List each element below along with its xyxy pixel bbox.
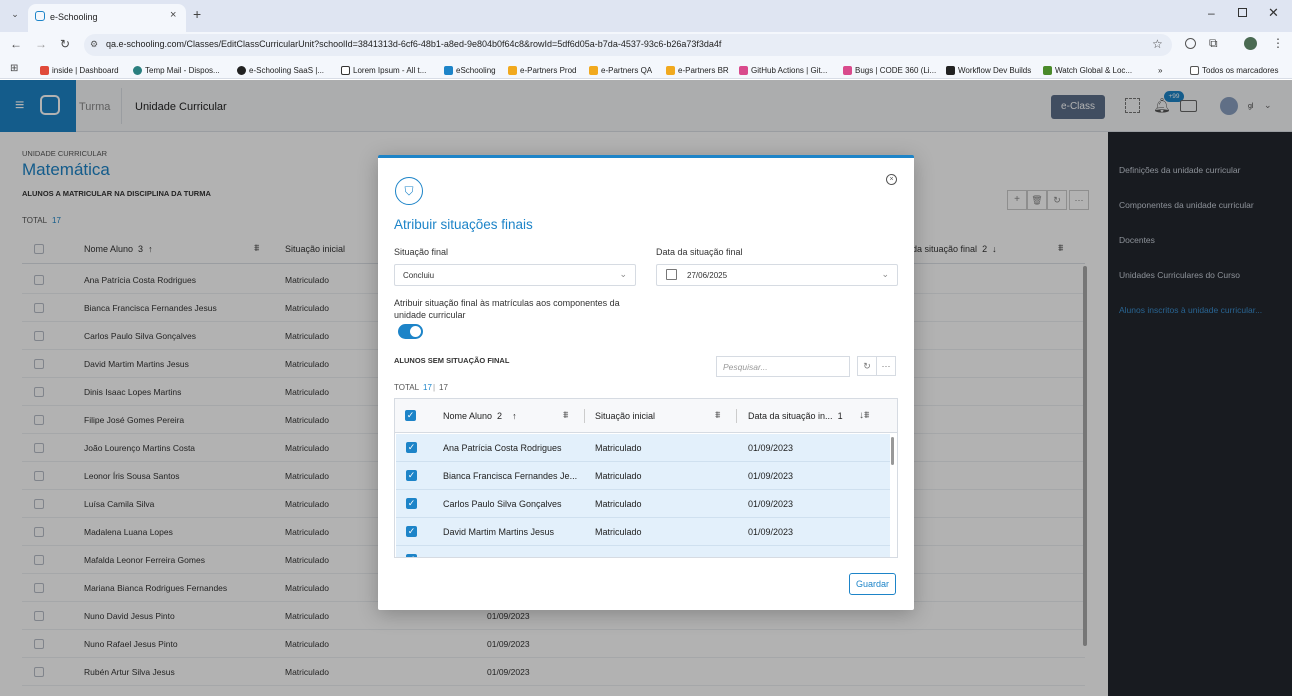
modal-title: Atribuir situações finais [394, 217, 533, 232]
tab-list-icon[interactable]: ⌄ [8, 9, 22, 23]
browser-menu-icon[interactable]: ⋮ [1272, 36, 1284, 50]
bookmark-item[interactable]: Temp Mail - Dispos... [133, 63, 220, 77]
initial-situation: Matriculado [595, 471, 642, 481]
modal-table-row-partial[interactable]: ✓ [396, 546, 890, 557]
url-field[interactable]: ⚙ qa.e-schooling.com/Classes/EditClassCu… [84, 34, 1172, 56]
situation-date: 01/09/2023 [748, 443, 794, 453]
modal-table-row[interactable]: ✓ David Martim Martins Jesus Matriculado 01… [396, 518, 890, 546]
situation-select[interactable]: Concluiu ⌄ [394, 264, 636, 286]
date-picker[interactable]: 27/06/2025 ⌄ [656, 264, 898, 286]
modal-table-row[interactable]: ✓ Carlos Paulo Silva Gonçalves Matriculado… [396, 490, 890, 518]
bookmark-item[interactable]: e-Partners Prod [508, 63, 576, 77]
modal-table-header: ✓ Nome Aluno 2 ↑ ⩩ Situação inicial ⩩ Da… [395, 399, 897, 433]
more-icon[interactable]: ⋯ [876, 356, 896, 376]
modal-table-row[interactable]: ✓ Ana Patrícia Costa Rodrigues Matriculado… [396, 434, 890, 462]
initial-situation: Matriculado [595, 527, 642, 537]
eschooling-favicon-icon [35, 11, 45, 21]
col-divider [584, 409, 585, 423]
search-placeholder: Pesquisar... [723, 362, 768, 372]
situation-date: 01/09/2023 [748, 471, 794, 481]
sort-filter-icon[interactable]: ↓⩩ [859, 410, 869, 421]
new-tab-icon[interactable]: + [193, 6, 201, 22]
modal-total-all: 17 [439, 383, 448, 392]
modal-col-name-header[interactable]: Nome Aluno 2 ↑ [443, 411, 517, 421]
back-icon[interactable]: ← [10, 37, 22, 51]
calendar-icon [666, 269, 677, 280]
situation-date: 01/09/2023 [748, 499, 794, 509]
browser-tab[interactable]: e-Schooling × [28, 4, 186, 32]
site-info-icon[interactable]: ⚙ [90, 39, 98, 50]
puzzle-icon[interactable]: ⧉ [1209, 36, 1218, 51]
bookmark-item[interactable]: Workflow Dev Builds [946, 63, 1031, 77]
all-bookmarks[interactable]: Todos os marcadores [1190, 63, 1278, 77]
chevron-down-icon: ⌄ [881, 269, 889, 279]
student-name: David Martim Martins Jesus [443, 527, 555, 537]
components-toggle[interactable] [398, 324, 423, 339]
col-divider [736, 409, 737, 423]
student-name: Ana Patrícia Costa Rodrigues [443, 443, 562, 453]
filter-icon[interactable]: ⩩ [715, 410, 720, 421]
close-window-icon[interactable]: ✕ [1268, 5, 1279, 21]
reload-icon[interactable]: ↻ [60, 37, 70, 51]
minimize-icon[interactable]: – [1208, 6, 1215, 20]
situation-value: Concluiu [403, 270, 435, 280]
bookmark-star-icon[interactable]: ☆ [1152, 37, 1163, 51]
forward-icon[interactable]: → [35, 37, 47, 51]
bookmarks-more[interactable]: » [1158, 63, 1162, 77]
modal-total-label: TOTAL [394, 383, 420, 392]
bookmark-item[interactable]: e-Partners QA [589, 63, 652, 77]
eschooling-logo-icon: ⛉ [395, 177, 423, 205]
search-input[interactable]: Pesquisar... [716, 356, 850, 377]
modal-table-row[interactable]: ✓ Bianca Francisca Fernandes Je... Matricu… [396, 462, 890, 490]
close-tab-icon[interactable]: × [170, 9, 176, 21]
profile-avatar-icon[interactable] [1244, 37, 1257, 50]
filter-icon[interactable]: ⩩ [563, 410, 568, 421]
bookmark-item[interactable]: Watch Global & Loc... [1043, 63, 1132, 77]
modal-total-selected: 17 [423, 383, 432, 392]
total-separator: | [433, 383, 436, 392]
tab-title: e-Schooling [50, 12, 98, 22]
date-label: Data da situação final [656, 247, 743, 257]
initial-situation: Matriculado [595, 443, 642, 453]
bookmark-item[interactable]: Bugs | CODE 360 (Li... [843, 63, 936, 77]
refresh-icon[interactable]: ↻ [857, 356, 877, 376]
initial-situation: Matriculado [595, 499, 642, 509]
bookmark-item[interactable]: e-Partners BR [666, 63, 729, 77]
extension-icon[interactable] [1185, 38, 1196, 49]
maximize-icon[interactable] [1238, 8, 1247, 17]
situation-date: 01/09/2023 [748, 527, 794, 537]
close-icon[interactable]: × [886, 174, 897, 185]
select-all-checkbox[interactable]: ✓ [405, 410, 416, 421]
row-checkbox[interactable]: ✓ [406, 526, 417, 537]
row-checkbox[interactable]: ✓ [406, 442, 417, 453]
student-name: Bianca Francisca Fernandes Je... [443, 471, 578, 481]
row-checkbox[interactable]: ✓ [406, 554, 417, 557]
modal-col-date-header[interactable]: Data da situação in... 1 [748, 411, 843, 421]
url-text: qa.e-schooling.com/Classes/EditClassCurr… [106, 39, 722, 49]
save-button[interactable]: Guardar [849, 573, 896, 595]
bookmark-item[interactable]: e-Schooling SaaS |... [237, 63, 324, 77]
row-checkbox[interactable]: ✓ [406, 498, 417, 509]
toggle-label: Atribuir situação final às matrículas ao… [394, 298, 620, 320]
final-situation-modal: ⛉ × Atribuir situações finais Situação f… [378, 155, 914, 610]
situation-label: Situação final [394, 247, 449, 257]
chevron-down-icon: ⌄ [619, 269, 627, 279]
bookmark-item[interactable]: GitHub Actions | Git... [739, 63, 827, 77]
date-value: 27/06/2025 [687, 270, 728, 280]
student-name: Carlos Paulo Silva Gonçalves [443, 499, 562, 509]
list-label: ALUNOS SEM SITUAÇÃO FINAL [394, 356, 510, 365]
apps-grid-icon[interactable]: ⊞ [10, 63, 18, 74]
modal-table-scrollbar[interactable] [891, 437, 894, 465]
bookmark-item[interactable]: inside | Dashboard [40, 63, 119, 77]
modal-col-situation-header[interactable]: Situação inicial [595, 411, 655, 421]
toggle-knob [410, 326, 421, 337]
modal-table: ✓ Nome Aluno 2 ↑ ⩩ Situação inicial ⩩ Da… [394, 398, 898, 558]
bookmark-item[interactable]: Lorem Ipsum - All t... [341, 63, 426, 77]
row-checkbox[interactable]: ✓ [406, 470, 417, 481]
bookmark-item[interactable]: eSchooling [444, 63, 496, 77]
